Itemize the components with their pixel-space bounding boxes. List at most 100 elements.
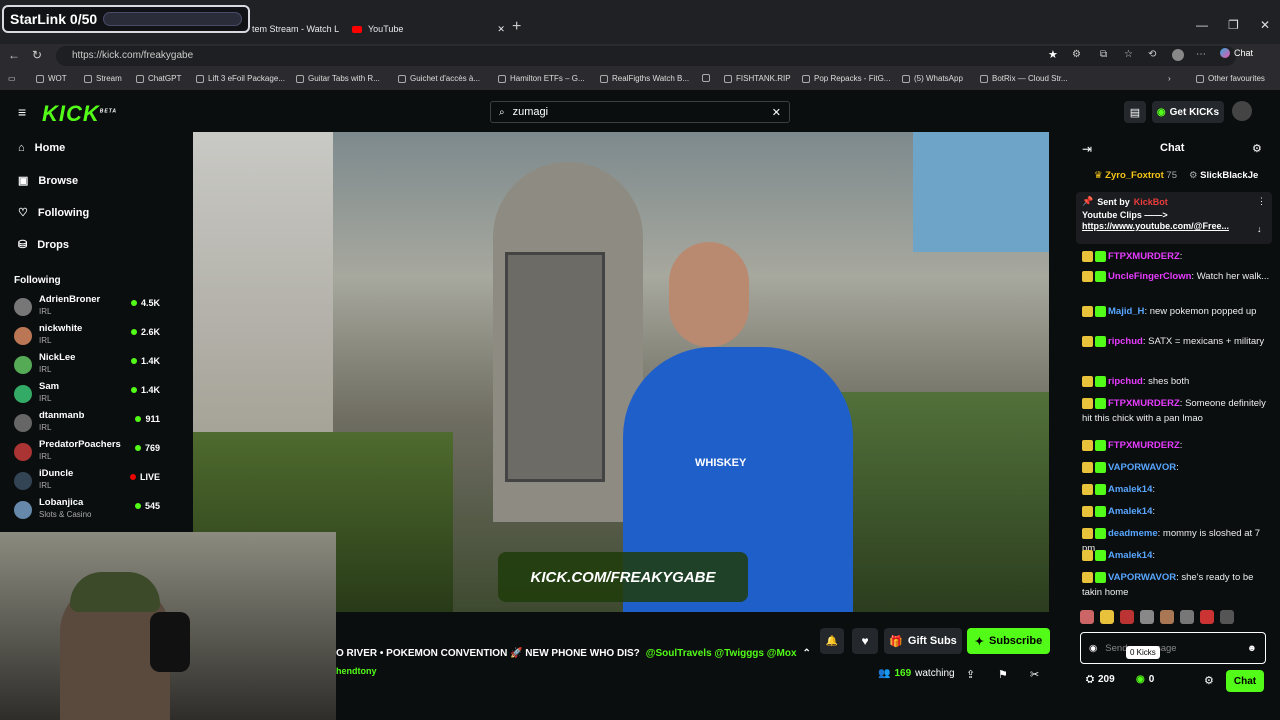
bookmark-item[interactable]: Stream [84, 74, 122, 83]
emote-icon[interactable] [1100, 610, 1114, 624]
followed-channel[interactable]: PredatorPoachers IRL 769 [14, 439, 164, 467]
close-window-icon[interactable]: ✕ [1260, 18, 1270, 32]
gifter-item[interactable]: ⚙ SlickBlackJe [1189, 170, 1258, 181]
emote-icon[interactable] [1180, 610, 1194, 624]
stream-tags[interactable]: @SoulTravels @Twigggs @Mox [646, 648, 797, 659]
maximize-icon[interactable]: ❐ [1228, 18, 1239, 32]
chat-username[interactable]: FTPXMURDERZ [1108, 440, 1180, 451]
reload-icon[interactable]: ↻ [32, 48, 42, 62]
hamburger-menu-icon[interactable]: ≡ [18, 104, 26, 120]
gifter-item[interactable]: ♛ Zyro_Foxtrot 75 [1094, 170, 1177, 181]
chat-username[interactable]: ripchud [1108, 376, 1143, 387]
kicks-icon[interactable]: ◉ [1089, 643, 1097, 654]
collapse-chat-icon[interactable]: ⇥ [1082, 142, 1092, 156]
nav-home[interactable]: ⌂ Home [18, 142, 65, 154]
back-icon[interactable]: ← [8, 48, 20, 62]
emote-icon[interactable] [1140, 610, 1154, 624]
chat-username[interactable]: Amalek14 [1108, 506, 1152, 517]
send-chat-button[interactable]: Chat [1226, 670, 1264, 692]
emote-icon[interactable] [1080, 610, 1094, 624]
more-options-icon[interactable]: ⋮ [1257, 196, 1266, 207]
followed-channel[interactable]: nickwhite IRL 2.6K [14, 323, 164, 351]
pinned-link[interactable]: https://www.youtube.com/@Free... [1082, 221, 1266, 231]
menu-dots-icon[interactable]: ⋯ [1196, 49, 1206, 60]
chat-username[interactable]: deadmeme [1108, 528, 1158, 539]
bookmark-label: FISHTANK.RIP [736, 74, 791, 83]
emoji-icon[interactable]: ☻ [1247, 643, 1257, 654]
clear-search-icon[interactable]: ✕ [772, 106, 781, 119]
chat-username[interactable]: FTPXMURDERZ [1108, 398, 1180, 409]
favorites-icon[interactable]: ☆ [1124, 49, 1133, 60]
streamer-name[interactable]: hendtony [336, 666, 377, 676]
library-icon[interactable]: ▤ [1124, 101, 1146, 123]
user-avatar[interactable] [1232, 101, 1252, 121]
chat-username[interactable]: ripchud [1108, 336, 1143, 347]
bookmark-item[interactable]: Guitar Tabs with R... [296, 74, 380, 83]
chat-username[interactable]: Majid_H [1108, 306, 1144, 317]
bookmark-star-icon[interactable]: ★ [1048, 48, 1058, 61]
bookmark-item[interactable] [702, 74, 710, 82]
extension-icon[interactable]: ⚙ [1072, 49, 1081, 60]
split-icon[interactable]: ⧉ [1100, 49, 1107, 60]
chat-settings-gear-icon[interactable]: ⚙ [1204, 674, 1214, 687]
gift-subs-button[interactable]: 🎁 Gift Subs [884, 628, 962, 654]
tab-search-icon[interactable]: ▭ [8, 74, 16, 83]
followed-channel[interactable]: AdrienBroner IRL 4.5K [14, 294, 164, 322]
kicks-balance[interactable]: ◉ 0 [1136, 674, 1154, 685]
followed-channel[interactable]: NickLee IRL 1.4K [14, 352, 164, 380]
share-icon[interactable]: ⇪ [966, 668, 975, 681]
clip-icon[interactable]: ✂ [1030, 668, 1039, 681]
profile-avatar[interactable] [1172, 49, 1184, 61]
nav-following[interactable]: ♡ Following [18, 206, 89, 220]
get-kicks-button[interactable]: ◉ Get KICKs [1152, 101, 1224, 123]
browser-tab-youtube[interactable]: YouTube ✕ [346, 17, 511, 41]
emote-icon[interactable] [1200, 610, 1214, 624]
chat-username[interactable]: Amalek14 [1108, 550, 1152, 561]
bookmark-item[interactable]: Guichet d'accès à... [398, 74, 480, 83]
followed-channel[interactable]: iDuncle IRL LIVE [14, 468, 164, 496]
chat-username[interactable]: VAPORWAVOR [1108, 462, 1176, 473]
bookmark-item[interactable]: FISHTANK.RIP [724, 74, 791, 83]
new-tab-icon[interactable]: + [512, 18, 521, 36]
bookmark-item[interactable]: (5) WhatsApp [902, 74, 963, 83]
emote-icon[interactable] [1160, 610, 1174, 624]
chat-username[interactable]: UncleFingerClown [1108, 271, 1191, 282]
nav-browse[interactable]: ▣ Browse [18, 174, 78, 188]
followed-channel[interactable]: Sam IRL 1.4K [14, 381, 164, 409]
bookmark-label: Other favourites [1208, 74, 1265, 83]
bookmark-item[interactable]: RealFigths Watch B... [600, 74, 689, 83]
notification-bell-icon[interactable]: 🔔 [820, 628, 844, 654]
chat-username[interactable]: FTPXMURDERZ [1108, 251, 1180, 262]
chat-username[interactable]: Amalek14 [1108, 484, 1152, 495]
bookmark-item[interactable]: WOT [36, 74, 67, 83]
bookmark-item[interactable]: Pop Repacks - FitG... [802, 74, 890, 83]
search-input[interactable]: ⌕ zumagi ✕ [490, 101, 790, 123]
chat-input[interactable]: ◉ Send a message ☻ [1080, 632, 1266, 664]
nav-drops[interactable]: ⛁ Drops [18, 238, 69, 252]
kick-logo[interactable]: KICKBETA [42, 101, 117, 127]
subscribe-button[interactable]: ✦ Subscribe [967, 628, 1050, 654]
expand-arrow-icon[interactable]: ↓ [1257, 224, 1262, 234]
url-field[interactable]: https://kick.com/freakygabe [56, 46, 1236, 66]
follow-heart-icon[interactable]: ♥ [852, 628, 878, 654]
viewer-value: LIVE [139, 472, 160, 482]
chat-settings-icon[interactable]: ⚙ [1252, 142, 1262, 155]
emote-icon[interactable] [1120, 610, 1134, 624]
minimize-icon[interactable]: — [1196, 18, 1208, 32]
followed-channel[interactable]: Lobanjica Slots & Casino 545 [14, 497, 164, 525]
bookmark-item[interactable]: BotRix — Cloud Str... [980, 74, 1068, 83]
chevron-up-icon[interactable]: ⌃ [803, 648, 811, 659]
bookmark-item[interactable]: Lift 3 eFoil Package... [196, 74, 285, 83]
history-icon[interactable]: ⟲ [1148, 49, 1156, 60]
bookmark-item[interactable]: Other favourites [1196, 74, 1265, 83]
bookmark-item[interactable]: Hamilton ETFs – G... [498, 74, 585, 83]
followed-channel[interactable]: dtanmanb IRL 911 [14, 410, 164, 438]
report-flag-icon[interactable]: ⚑ [998, 668, 1008, 681]
chevron-right-icon[interactable]: › [1168, 74, 1171, 83]
chat-username[interactable]: VAPORWAVOR [1108, 572, 1176, 583]
copilot-chat-button[interactable]: Chat [1220, 48, 1253, 58]
bookmark-item[interactable]: ChatGPT [136, 74, 181, 83]
channel-points[interactable]: ⛭ 209 [1086, 674, 1115, 685]
close-icon[interactable]: ✕ [497, 24, 505, 35]
emote-icon[interactable] [1220, 610, 1234, 624]
